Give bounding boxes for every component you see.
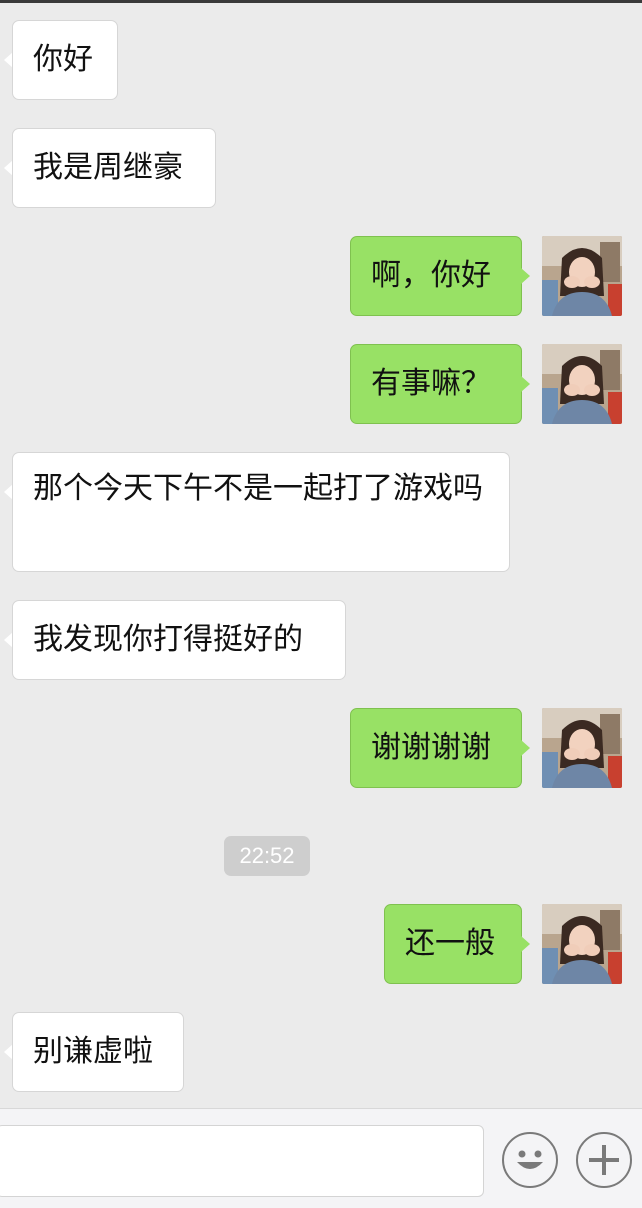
- message-bubble[interactable]: 我是周继豪: [12, 128, 216, 208]
- message-text: 那个今天下午不是一起打了游戏吗: [33, 471, 483, 506]
- plus-icon: [589, 1145, 619, 1175]
- message-text: 别谦虚啦: [33, 1034, 153, 1069]
- message-bubble[interactable]: 别谦虚啦: [12, 1012, 184, 1092]
- status-bar-edge: [0, 0, 642, 3]
- message-text: 谢谢谢谢: [371, 730, 491, 765]
- avatar-photo-icon: [542, 236, 622, 316]
- timestamp-badge: 22:52: [224, 836, 310, 876]
- message-bubble[interactable]: 我发现你打得挺好的: [12, 600, 346, 680]
- message-bubble[interactable]: 啊，你好: [350, 236, 522, 316]
- message-text: 啊，你好: [371, 258, 491, 293]
- message-input[interactable]: [0, 1125, 484, 1197]
- message-bubble[interactable]: 谢谢谢谢: [350, 708, 522, 788]
- emoji-button[interactable]: [502, 1132, 558, 1188]
- avatar[interactable]: [542, 708, 622, 788]
- message-text: 还一般: [405, 926, 495, 961]
- message-bubble[interactable]: 那个今天下午不是一起打了游戏吗: [12, 452, 510, 572]
- plus-button[interactable]: [576, 1132, 632, 1188]
- avatar[interactable]: [542, 904, 622, 984]
- emoji-smile-icon: [517, 1150, 543, 1169]
- message-text: 我发现你打得挺好的: [33, 622, 303, 657]
- avatar-photo-icon: [542, 904, 622, 984]
- avatar-photo-icon: [542, 708, 622, 788]
- message-bubble[interactable]: 有事嘛？: [350, 344, 522, 424]
- message-bubble[interactable]: 还一般: [384, 904, 522, 984]
- message-bubble[interactable]: 你好: [12, 20, 118, 100]
- bubble-tail: [521, 936, 530, 952]
- message-text: 我是周继豪: [33, 150, 183, 185]
- bubble-tail: [521, 268, 530, 284]
- avatar[interactable]: [542, 344, 622, 424]
- avatar-photo-icon: [542, 344, 622, 424]
- message-text: 你好: [33, 42, 93, 77]
- avatar[interactable]: [542, 236, 622, 316]
- message-text: 有事嘛？: [371, 366, 491, 401]
- bubble-tail: [521, 740, 530, 756]
- bubble-tail: [521, 376, 530, 392]
